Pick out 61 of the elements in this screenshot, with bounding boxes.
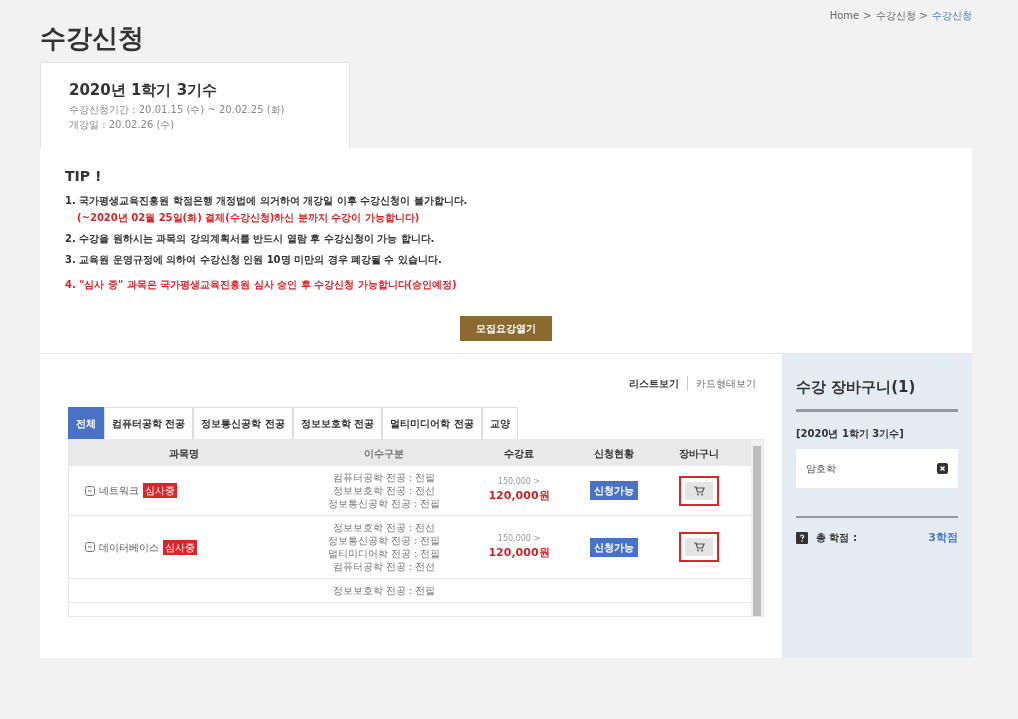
completion-type: 정보통신공학 전공 : 전필 — [326, 534, 442, 548]
completion-type: 멀티미디어학 전공 : 전필 — [326, 547, 442, 561]
breadcrumb-separator: > — [918, 9, 929, 23]
column-header: 장바구니 — [678, 446, 720, 461]
term-title: 2020년 1학기 3기수 — [69, 81, 219, 100]
total-credits-label: 총 학점 : — [816, 531, 857, 546]
status-badge: 신청가능 — [590, 537, 638, 557]
completion-type: 정보보호학 전공 : 전필 — [331, 584, 437, 598]
help-icon — [796, 531, 808, 544]
cart-button[interactable] — [679, 532, 719, 563]
guide-button[interactable]: 모집요강열기 — [460, 316, 552, 342]
course-name[interactable]: 데이터베이스 — [99, 539, 159, 555]
category-tab[interactable]: 멀티미디어학 전공 — [382, 407, 482, 440]
start-date: 개강일 : 20.02.26 (수) — [69, 118, 176, 133]
cart-icon — [685, 538, 713, 557]
category-tab[interactable]: 정보보호학 전공 — [292, 407, 383, 440]
tip-text: 2. 수강을 원하시는 과목의 강의계획서를 반드시 열람 후 수강신청이 가능 합니다. — [65, 232, 436, 247]
tip-text: (~2020년 02월 25일(화) 결제(수강신청)하신 분까지 수강이 가능합니다) — [76, 211, 421, 226]
expand-icon[interactable] — [85, 542, 95, 553]
completion-type: 컴퓨터공학 전공 : 전선 — [331, 560, 437, 574]
breadcrumb-link[interactable]: 수강신청 — [932, 8, 972, 23]
category-tab[interactable]: 정보통신공학 전공 — [193, 407, 293, 440]
breadcrumb-separator: > — [862, 9, 873, 23]
original-price: 150,000 > — [496, 532, 542, 545]
application-period: 수강신청기간 : 20.01.15 (수) ~ 20.02.25 (화) — [69, 103, 286, 118]
tip-text: 3. 교육원 운영규정에 의하여 수강신청 인원 10명 미만의 경우 폐강될 수 있습니다. — [65, 253, 443, 268]
tip-text: 1. 국가평생교육진흥원 학점은행 개정법에 의거하여 개강일 이후 수강신청이 불가합니다. — [65, 194, 469, 209]
column-header: 이수구분 — [363, 446, 405, 460]
completion-type: 컴퓨터공학 전공 : 전필 — [331, 471, 437, 485]
cart-term: [2020년 1학기 3기수] — [796, 426, 905, 441]
view-link[interactable]: 카드형태보기 — [696, 376, 756, 392]
completion-type: 정보통신공학 전공 : 전필 — [326, 497, 442, 511]
status-badge: 신청가능 — [590, 481, 638, 501]
course-badge: 심사중 — [163, 539, 197, 555]
category-tab[interactable]: 컴퓨터공학 전공 — [104, 407, 194, 440]
tip-text: 4. "심사 중" 과목은 국가평생교육진흥원 심사 승인 후 수강신청 가능합니다(승인예정) — [65, 278, 458, 293]
completion-type: 정보보호학 전공 : 전선 — [331, 484, 437, 498]
category-tab[interactable]: 교양 — [481, 407, 518, 440]
close-icon[interactable] — [937, 462, 948, 474]
column-header: 과목명 — [168, 446, 200, 461]
column-header: 수강료 — [503, 446, 535, 461]
cart-item: 암호학 — [806, 461, 836, 476]
course-name[interactable]: 네트워크 — [99, 483, 139, 499]
breadcrumb-link[interactable]: 수강신청 — [875, 8, 916, 23]
cart-icon — [685, 481, 713, 500]
tip-title: TIP ! — [65, 167, 103, 187]
column-header: 신청현황 — [593, 446, 635, 461]
cart-title: 수강 장바구니(1) — [796, 376, 958, 412]
sale-price: 120,000원 — [487, 544, 551, 561]
total-credits: 3학점 — [928, 529, 958, 546]
view-link[interactable]: 리스트보기 — [629, 376, 679, 392]
sale-price: 120,000원 — [487, 488, 551, 505]
breadcrumb-link[interactable]: Home — [829, 8, 860, 23]
page-title: 수강신청 — [40, 23, 145, 55]
expand-icon[interactable] — [85, 485, 95, 496]
course-badge: 심사중 — [143, 483, 177, 499]
scrollbar[interactable] — [751, 440, 763, 617]
category-tab[interactable]: 전체 — [68, 407, 104, 440]
original-price: 150,000 > — [496, 476, 542, 489]
cart-button[interactable] — [679, 475, 719, 506]
completion-type: 정보보호학 전공 : 전선 — [331, 521, 437, 535]
